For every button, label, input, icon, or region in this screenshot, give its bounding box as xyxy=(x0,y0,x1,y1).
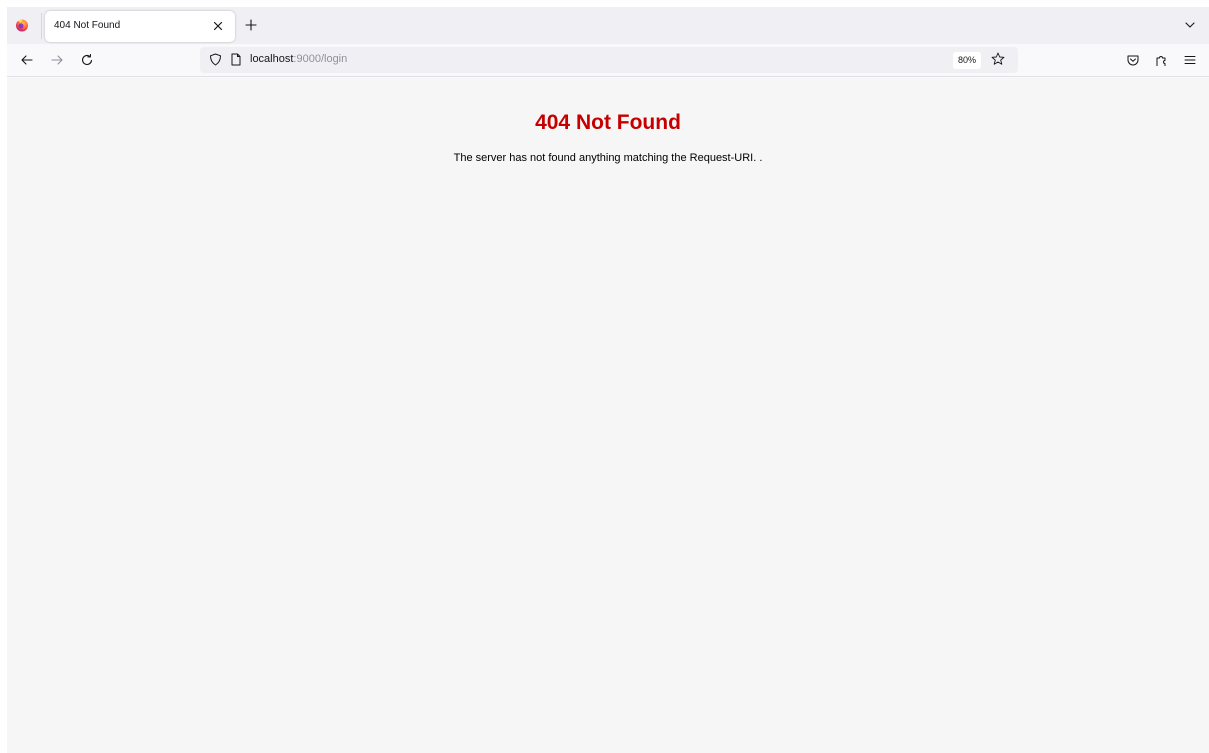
plus-icon[interactable] xyxy=(243,17,259,33)
forward-arrow-icon[interactable] xyxy=(49,52,65,68)
error-heading: 404 Not Found xyxy=(535,111,681,134)
error-message: The server has not found anything matchi… xyxy=(453,152,763,164)
navigation-toolbar: localhost:9000/login 80% xyxy=(7,44,1209,77)
tab-strip: 404 Not Found xyxy=(7,7,1209,44)
page-content: 404 Not Found The server has not found a… xyxy=(7,78,1209,753)
extensions-icon[interactable] xyxy=(1153,52,1169,68)
address-bar[interactable]: localhost:9000/login 80% xyxy=(200,47,1018,73)
tab-active[interactable]: 404 Not Found xyxy=(45,11,235,42)
url-host: localhost xyxy=(250,53,294,65)
reload-icon[interactable] xyxy=(79,52,95,68)
url-path: :9000/login xyxy=(293,53,348,65)
browser-window: 404 Not Found localhost:9000/login 80% 4… xyxy=(7,7,1209,753)
url-text[interactable]: localhost:9000/login xyxy=(250,53,347,65)
shield-icon[interactable] xyxy=(208,52,223,67)
pocket-icon[interactable] xyxy=(1125,52,1141,68)
hamburger-menu-icon[interactable] xyxy=(1182,52,1198,68)
close-icon[interactable] xyxy=(209,17,227,35)
back-arrow-icon[interactable] xyxy=(19,52,35,68)
star-icon[interactable] xyxy=(990,51,1006,67)
chevron-down-icon[interactable] xyxy=(1183,18,1197,32)
firefox-logo-icon[interactable] xyxy=(15,18,29,32)
tab-separator xyxy=(41,13,42,39)
page-icon[interactable] xyxy=(229,52,243,67)
zoom-level-button[interactable]: 80% xyxy=(953,52,982,69)
tab-title: 404 Not Found xyxy=(54,20,121,31)
